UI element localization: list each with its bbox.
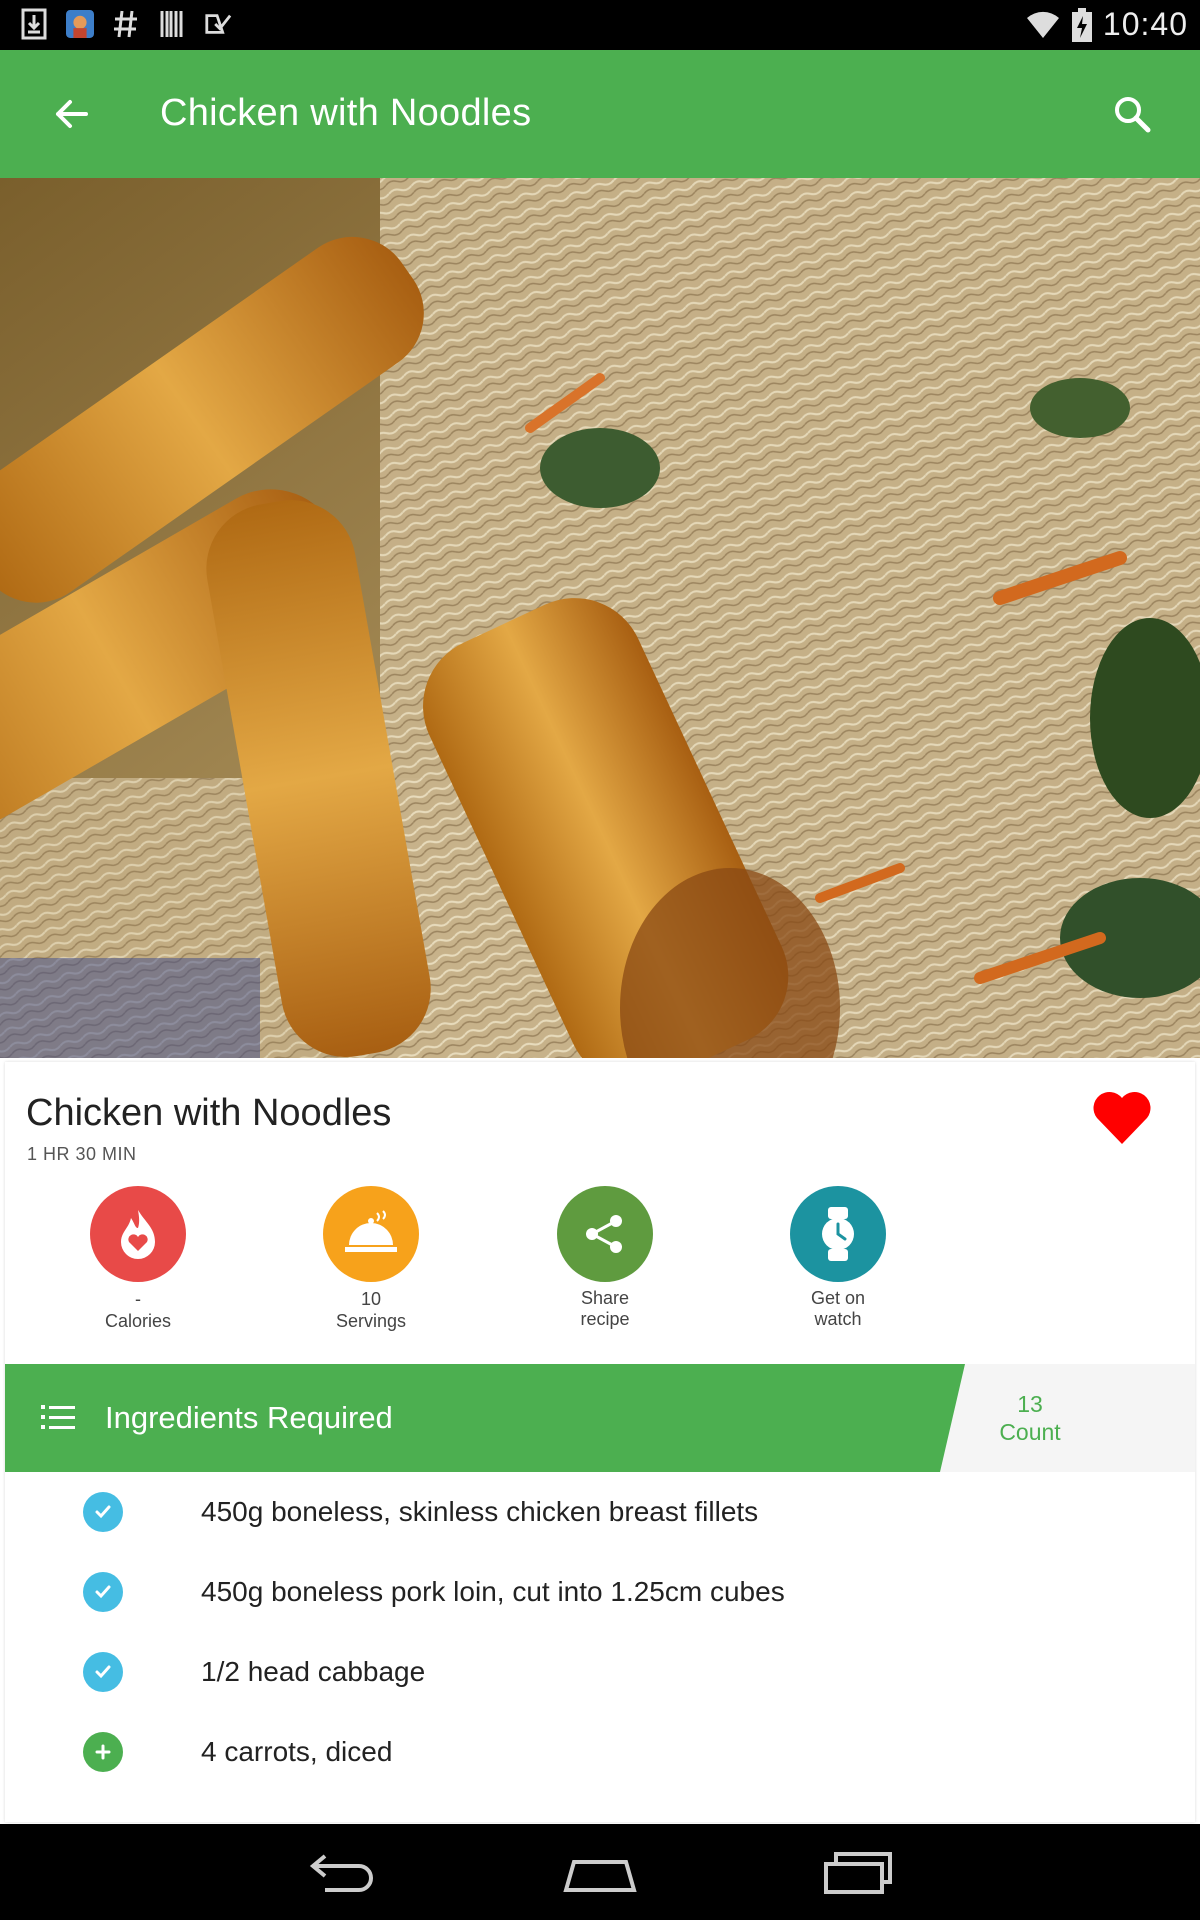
calories-label: Calories [104,1311,172,1331]
recipe-card: Chicken with Noodles 1 HR 30 MIN - Calor… [5,1062,1195,1822]
heart-icon[interactable] [1089,1084,1155,1150]
recipe-title: Chicken with Noodles [26,1092,392,1134]
recipe-cook-time: 1 HR 30 MIN [27,1144,137,1164]
flame-heart-icon [90,1186,186,1282]
check-circle-icon[interactable] [83,1572,123,1612]
calories-action[interactable]: - Calories [58,1186,218,1332]
serving-dish-icon [323,1186,419,1282]
ingredient-text: 1/2 head cabbage [201,1656,426,1687]
servings-action[interactable]: 10 Servings [291,1186,451,1332]
ingredient-text: 4 carrots, diced [201,1736,393,1767]
barcode-icon [158,8,186,40]
list-icon [41,1402,77,1432]
wifi-icon [1025,9,1061,41]
app-bar: Chicken with Noodles [0,50,1200,178]
ingredients-title: Ingredients Required [105,1400,393,1435]
download-icon [20,8,48,40]
watch-icon [790,1186,886,1282]
get-on-watch-label: Get on watch [810,1288,866,1329]
navigation-bar [0,1824,1200,1920]
share-icon [557,1186,653,1282]
search-icon[interactable] [1104,86,1160,142]
check-list-icon [204,8,232,40]
list-item[interactable]: 450g boneless pork loin, cut into 1.25cm… [5,1552,1195,1632]
home-nav-icon[interactable] [560,1844,640,1900]
ingredient-text: 450g boneless pork loin, cut into 1.25cm… [201,1576,785,1607]
servings-label: Servings [335,1311,407,1331]
recipe-actions: - Calories 10 Servings Share recipe Get … [5,1186,905,1336]
list-item[interactable]: 450g boneless, skinless chicken breast f… [5,1472,1195,1552]
back-nav-icon[interactable] [303,1844,383,1900]
hash-icon [112,8,140,40]
list-item[interactable]: 1/2 head cabbage [5,1632,1195,1712]
check-circle-icon[interactable] [83,1492,123,1532]
ingredient-text: 450g boneless, skinless chicken breast f… [201,1496,759,1527]
list-item[interactable]: 4 carrots, diced [5,1712,1195,1792]
arrow-left-icon[interactable] [44,86,100,142]
check-circle-icon[interactable] [83,1652,123,1692]
ingredients-header: Ingredients Required 13 Count [5,1364,1195,1472]
get-on-watch-action[interactable]: Get on watch [758,1186,918,1330]
calories-value: - [135,1289,141,1309]
recents-nav-icon[interactable] [818,1844,898,1900]
app-avatar-icon [66,8,94,40]
count-label: Count [999,1419,1061,1445]
servings-value: 10 [360,1289,382,1309]
share-recipe-label: Share recipe [580,1288,630,1329]
battery-charging-icon [1071,7,1093,42]
app-bar-title: Chicken with Noodles [160,92,532,134]
share-recipe-action[interactable]: Share recipe [525,1186,685,1330]
recipe-hero-image [0,178,1200,1058]
status-bar: 10:40 [0,0,1200,50]
clock-time: 10:40 [1102,6,1188,42]
plus-circle-icon[interactable] [83,1732,123,1772]
count-value: 13 [1017,1391,1043,1417]
ingredients-count: 13 Count [965,1390,1095,1446]
